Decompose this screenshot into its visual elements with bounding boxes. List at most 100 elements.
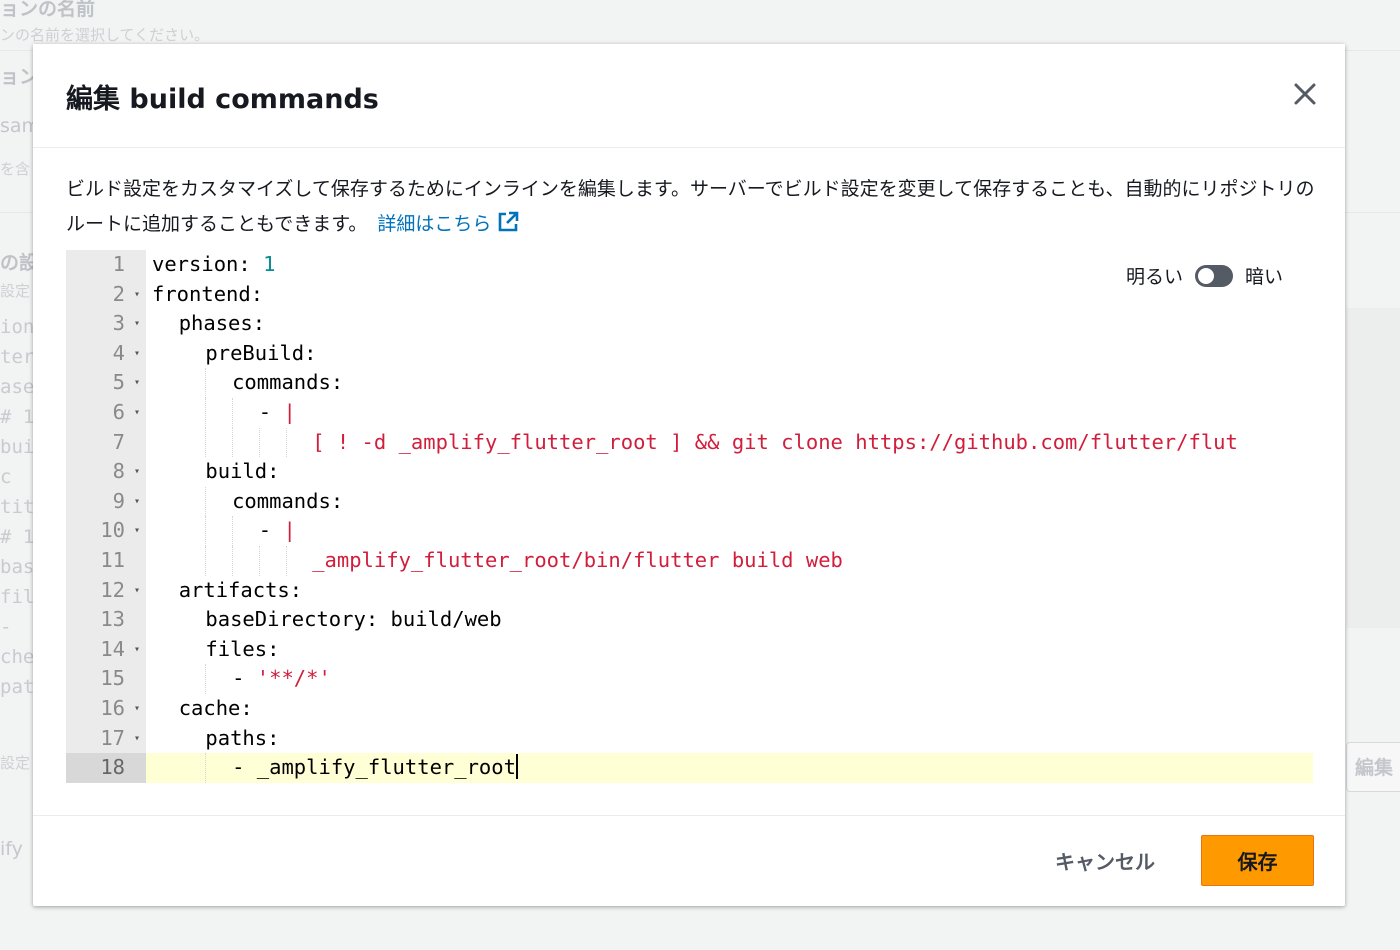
line-number: 2 ▾	[66, 280, 146, 310]
close-button[interactable]	[1291, 80, 1319, 108]
bg-code-line: tit	[0, 496, 35, 518]
code-text: [ ! -d _amplify_flutter_root ] && git cl…	[312, 429, 1238, 454]
code-line[interactable]: 5 ▾ commands:	[113, 368, 1313, 398]
fold-arrow-icon[interactable]: ▾	[134, 309, 140, 339]
fold-arrow-icon[interactable]: ▾	[134, 576, 140, 606]
code-line[interactable]: 15 - '**/*'	[100, 664, 1313, 694]
code-line[interactable]: 12 ▾ artifacts:	[100, 576, 1313, 606]
code-line[interactable]: 11 _amplify_flutter_root/bin/flutter buil…	[100, 546, 1313, 576]
code-area[interactable]: 1 version: 1 2 ▾ frontend: 3 ▾ phases: 4 ▾ preBuil…	[66, 250, 1313, 783]
indent-guide	[232, 398, 234, 428]
bg-code-line: bui	[0, 436, 35, 458]
bg-hint: を含	[0, 160, 31, 178]
cancel-button[interactable]: キャンセル	[1055, 846, 1155, 875]
bg-code-line: # 1	[0, 406, 35, 428]
bg-app-name-hint: ンの名前を選択してください。	[0, 26, 210, 44]
theme-light-label: 明るい	[1125, 266, 1183, 288]
line-number: 6 ▾	[66, 398, 146, 428]
indent-guide	[205, 753, 207, 783]
edit-build-commands-modal: 編集 build commands ビルド設定をカスタマイズして保存するためにイ…	[33, 44, 1345, 906]
bg-settings-hint: 設定	[0, 282, 31, 300]
learn-more-label: 詳細はこちら	[377, 213, 492, 235]
line-number: 4 ▾	[66, 339, 146, 369]
fold-arrow-icon[interactable]: ▾	[134, 368, 140, 398]
fold-arrow-icon[interactable]: ▾	[134, 280, 140, 310]
code-line[interactable]: 17 ▾ paths:	[100, 724, 1313, 754]
theme-switch[interactable]	[1194, 264, 1233, 287]
close-icon	[1294, 83, 1316, 105]
code-text: preBuild:	[205, 340, 317, 365]
code-line[interactable]: 8 ▾ build:	[113, 457, 1313, 487]
indent-guide	[285, 427, 287, 458]
fold-arrow-icon[interactable]: ▾	[134, 398, 140, 428]
line-number: 14 ▾	[66, 635, 146, 665]
code-text: - |	[258, 400, 296, 424]
fold-arrow-icon[interactable]: ▾	[134, 724, 140, 754]
line-number: 13	[100, 607, 125, 632]
code-line[interactable]: 9 ▾ commands:	[113, 486, 1313, 517]
indent-guide	[232, 427, 234, 458]
code-text: _amplify_flutter_root/bin/flutter build …	[312, 548, 843, 572]
save-button[interactable]: 保存	[1201, 835, 1314, 886]
bg-edit-button: 編集	[1346, 742, 1400, 792]
bg-code-line: ase	[0, 376, 35, 398]
bg-code-line: pat	[0, 676, 35, 698]
external-link-icon	[499, 211, 519, 232]
code-line[interactable]: 13 baseDirectory: build/web	[100, 605, 1313, 635]
bg-code-line: c	[0, 466, 12, 488]
line-number: 15	[100, 666, 125, 691]
code-line[interactable]: 4 ▾ preBuild:	[113, 339, 1313, 369]
line-number: 1	[112, 252, 125, 276]
indent-guide	[205, 398, 207, 428]
bg-code-preview: ion ter ase # 1 bui c tit # 1 bas fil - che pat	[0, 312, 34, 702]
code-line[interactable]: 14 ▾ files:	[100, 635, 1313, 665]
line-number: 7	[112, 429, 125, 454]
modal-description: ビルド設定をカスタマイズして保存するためにインラインを編集します。サーバーでビル…	[66, 172, 1316, 242]
bg-code-line: ter	[0, 346, 35, 368]
code-text: - '**/*'	[232, 666, 331, 691]
code-line[interactable]: 3 ▾ phases:	[113, 309, 1313, 339]
code-line[interactable]: 10 ▾ - |	[100, 516, 1313, 546]
code-text: version: 1	[152, 252, 276, 276]
line-number: 17 ▾	[66, 724, 146, 754]
bg-code-line: che	[0, 646, 35, 668]
code-text: cache:	[178, 696, 253, 720]
modal-footer: キャンセル 保存	[33, 815, 1345, 906]
bg-code-line: # 1	[0, 526, 35, 548]
code-text: frontend:	[152, 281, 264, 306]
code-text: files:	[205, 636, 280, 661]
bg-code-line: ion	[0, 316, 35, 338]
fold-arrow-icon[interactable]: ▾	[134, 635, 140, 665]
fold-arrow-icon[interactable]: ▾	[134, 694, 140, 724]
indent-guide	[232, 546, 234, 576]
indent-guide	[232, 516, 234, 546]
bg-settings-label: 設定	[0, 754, 31, 772]
indent-guide	[205, 546, 207, 576]
text-cursor	[515, 754, 518, 780]
code-text: build:	[205, 459, 280, 484]
code-line[interactable]: 18 - _amplify_flutter_root	[66, 753, 1313, 783]
code-text: commands:	[232, 370, 344, 395]
fold-arrow-icon[interactable]: ▾	[134, 516, 140, 546]
bg-code-line: -	[0, 616, 12, 638]
theme-toggle: 明るい 暗い	[1125, 262, 1283, 289]
code-editor[interactable]: 1 version: 1 2 ▾ frontend: 3 ▾ phases: 4 ▾ preBuil…	[66, 250, 1313, 783]
bg-app-name-heading: ョンの名前	[0, 0, 96, 20]
code-text: - _amplify_flutter_root	[232, 754, 518, 780]
fold-arrow-icon[interactable]: ▾	[134, 339, 140, 369]
indent-guide	[205, 368, 207, 398]
theme-dark-label: 暗い	[1244, 266, 1283, 288]
code-line[interactable]: 7 [ ! -d _amplify_flutter_root ] && git c…	[113, 427, 1313, 458]
line-number: 9 ▾	[66, 487, 146, 517]
indent-guide	[205, 486, 207, 517]
fold-arrow-icon[interactable]: ▾	[134, 457, 140, 487]
code-line[interactable]: 16 ▾ cache:	[100, 694, 1313, 724]
fold-arrow-icon[interactable]: ▾	[134, 487, 140, 517]
learn-more-link[interactable]: 詳細はこちら	[377, 211, 519, 235]
code-line[interactable]: 6 ▾ - |	[113, 398, 1313, 428]
line-number: 12 ▾	[66, 576, 146, 606]
indent-guide	[205, 664, 207, 694]
indent-guide	[258, 546, 260, 576]
line-number: 8 ▾	[66, 457, 146, 487]
line-number: 11	[100, 548, 125, 572]
